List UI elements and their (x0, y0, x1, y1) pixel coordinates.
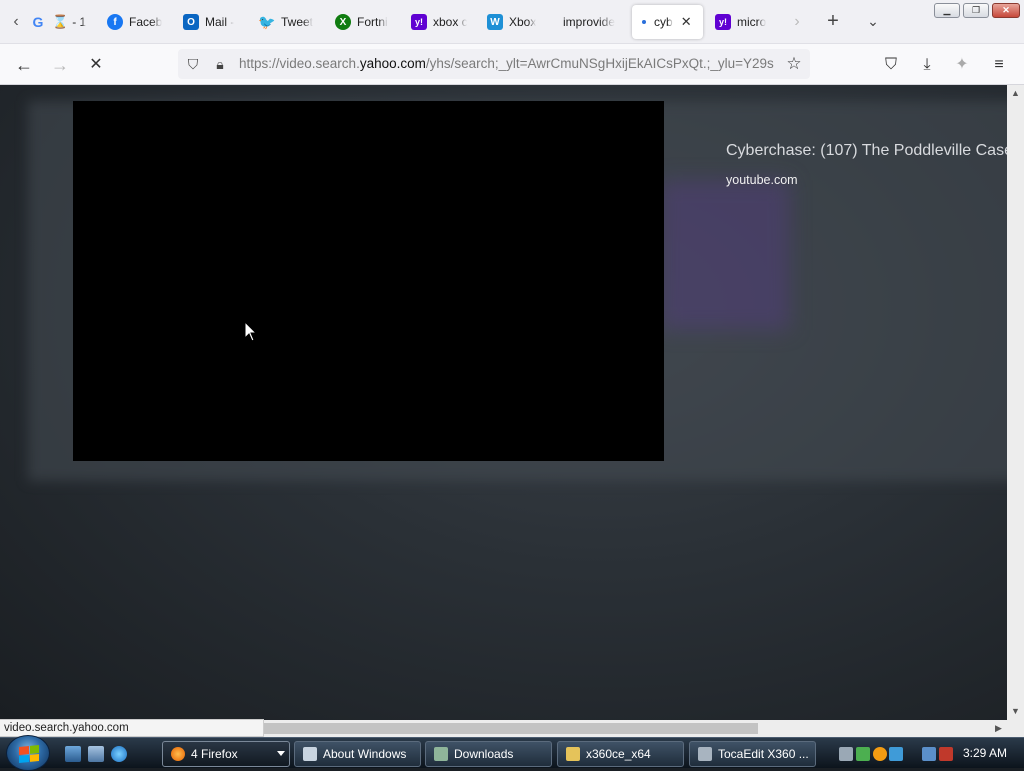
maximize-button[interactable]: ❐ (963, 3, 989, 18)
tab-xbox-search[interactable]: y! xbox c (411, 5, 467, 39)
extensions-icon[interactable]: ✦ (951, 54, 973, 76)
yahoo-icon: y! (411, 14, 427, 30)
taskbar-label: About Windows (323, 747, 407, 761)
url-path: /yhs/search;_ylt=AwrCmuNSgHxijEkAICsPxQt… (425, 56, 774, 71)
w-icon: W (487, 14, 503, 30)
navigation-toolbar: ← → ✕ ⛉ 🔒︎ https://video.search.yahoo.co… (0, 44, 1024, 85)
network-icon[interactable] (922, 747, 936, 761)
scrollbar-thumb[interactable] (262, 723, 758, 734)
clock[interactable]: 3:29 AM (963, 746, 1007, 760)
forward-button[interactable]: → (48, 53, 72, 77)
url-bar[interactable]: ⛉ 🔒︎ https://video.search.yahoo.com/yhs/… (178, 49, 810, 79)
hourglass-icon: ⌛ (52, 14, 69, 29)
lock-icon[interactable]: 🔒︎ (211, 55, 229, 73)
tab-mail[interactable]: O Mail - (183, 5, 238, 39)
internet-explorer-icon[interactable] (111, 746, 127, 762)
tray-app-icon[interactable] (889, 747, 903, 761)
outlook-icon: O (183, 14, 199, 30)
gamepad-icon (698, 747, 712, 761)
switch-windows-icon[interactable] (88, 746, 104, 762)
vertical-scrollbar[interactable]: ▲ ▼ (1007, 85, 1024, 720)
tray-app-icon[interactable] (839, 747, 853, 761)
tab-list-chevron-icon[interactable]: ⌄ (862, 10, 884, 32)
yahoo-icon: y! (715, 14, 731, 30)
taskbar-tocaedit[interactable]: TocaEdit X360 ... (689, 741, 816, 767)
tab-label: Tweet (281, 15, 314, 29)
url-host: yahoo.com (359, 56, 426, 71)
taskbar: 4 Firefox About Windows Downloads x360ce… (0, 735, 1024, 771)
taskbar-label: x360ce_x64 (586, 747, 651, 761)
close-window-button[interactable]: ✕ (992, 3, 1020, 18)
taskbar-downloads[interactable]: Downloads (425, 741, 552, 767)
twitter-icon: 🐦 (259, 13, 276, 30)
tab-label: Fortni (357, 15, 388, 29)
folder-icon (566, 747, 580, 761)
taskbar-firefox[interactable]: 4 Firefox (162, 741, 290, 767)
tab-improvide[interactable]: improvide (563, 5, 623, 39)
tab-label: cyb (654, 15, 673, 29)
video-source[interactable]: youtube.com (726, 173, 798, 187)
tab-scroll-right-button[interactable]: › (789, 12, 805, 32)
tab-label: Mail - (205, 15, 235, 29)
tab-label: improvide (563, 15, 616, 29)
back-button[interactable]: ← (12, 53, 36, 77)
google-icon: G (32, 14, 44, 30)
tab-cyberchase-active[interactable]: cyb ✕ (632, 5, 703, 39)
firefox-icon (171, 747, 185, 761)
tab-xbox[interactable]: W Xbox (487, 5, 543, 39)
tab-facebook[interactable]: f Faceb (107, 5, 167, 39)
search-icon[interactable] (873, 747, 887, 761)
tab-twitter[interactable]: 🐦 Tweet (259, 5, 317, 39)
scroll-up-icon[interactable]: ▲ (1007, 85, 1024, 102)
loading-dot-icon (642, 20, 646, 24)
tab-google[interactable]: G ⌛ - 1 (30, 5, 88, 39)
downloads-icon[interactable]: ⤓ (916, 54, 938, 76)
bookmark-star-icon[interactable]: ☆ (784, 54, 804, 74)
mouse-cursor-icon (244, 321, 258, 342)
tab-micro[interactable]: y! micro (715, 5, 773, 39)
volume-muted-icon[interactable] (939, 747, 953, 761)
minimize-button[interactable]: ▁ (934, 3, 960, 18)
xbox-icon: X (335, 14, 351, 30)
scrollbar-corner (1007, 720, 1024, 737)
url-prefix: https://video.search. (239, 56, 360, 71)
taskbar-x360ce[interactable]: x360ce_x64 (557, 741, 684, 767)
video-player[interactable] (73, 101, 664, 461)
stop-loading-button[interactable]: ✕ (84, 53, 108, 77)
tab-strip: ‹ G ⌛ - 1 f Faceb O Mail - 🐦 Tweet X For… (0, 0, 1024, 44)
tab-scroll-left-button[interactable]: ‹ (6, 12, 26, 32)
menu-icon[interactable]: ≡ (988, 54, 1010, 76)
show-desktop-icon[interactable] (65, 746, 81, 762)
close-tab-icon[interactable]: ✕ (681, 14, 692, 30)
facebook-icon: f (107, 14, 123, 30)
new-tab-button[interactable]: + (822, 10, 844, 32)
scroll-right-icon[interactable]: ▶ (990, 720, 1007, 737)
window-icon (303, 747, 317, 761)
scroll-down-icon[interactable]: ▼ (1007, 703, 1024, 720)
tray-app-icon[interactable] (856, 747, 870, 761)
status-url: video.search.yahoo.com (0, 719, 264, 737)
start-button[interactable] (6, 735, 50, 771)
taskbar-label: TocaEdit X360 ... (718, 747, 809, 761)
windows-logo-icon (19, 744, 39, 764)
web-page: Cyberchase: (107) The Poddleville Case y… (0, 85, 1007, 720)
folder-icon (434, 747, 448, 761)
tab-label: - 1 (72, 15, 87, 29)
tab-fortnite[interactable]: X Fortni (335, 5, 391, 39)
taskbar-label: 4 Firefox (191, 747, 238, 761)
group-arrow-icon (277, 751, 285, 756)
tab-label: Faceb (129, 15, 163, 29)
taskbar-label: Downloads (454, 747, 514, 761)
taskbar-about-windows[interactable]: About Windows (294, 741, 421, 767)
tab-label: micro (737, 15, 767, 29)
tab-label: Xbox (509, 15, 537, 29)
shield-icon[interactable]: ⛉ (184, 55, 202, 73)
tab-label: xbox c (433, 15, 467, 29)
blurred-thumbnail (660, 180, 790, 330)
pocket-icon[interactable]: ⛉ (880, 54, 902, 76)
video-title[interactable]: Cyberchase: (107) The Poddleville Case (726, 142, 1007, 160)
url-text[interactable]: https://video.search.yahoo.com/yhs/searc… (239, 56, 779, 71)
